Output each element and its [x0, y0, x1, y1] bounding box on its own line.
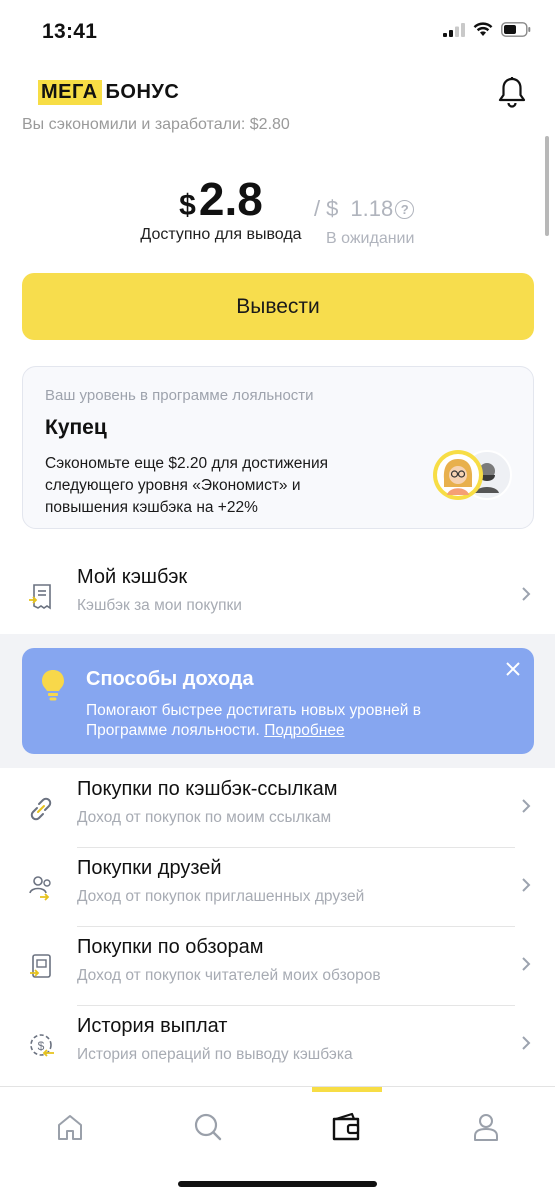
search-icon [194, 1113, 222, 1141]
lightbulb-icon [42, 670, 64, 701]
income-methods-banner[interactable]: Способы дохода Помогают быстрее достигат… [22, 648, 534, 754]
menu-title: Покупки друзей [77, 857, 222, 879]
home-indicator [178, 1181, 377, 1187]
available-value: 2.8 [198, 173, 263, 225]
available-label: Доступно для вывода [140, 226, 302, 243]
divider [77, 926, 515, 927]
loyalty-caption: Ваш уровень в программе лояльности [45, 387, 314, 404]
chevron-right-icon [522, 957, 531, 971]
pending-balance: / $ 1.18 ? В ожидании [314, 196, 414, 248]
status-icons [443, 22, 531, 37]
menu-title: Покупки по обзорам [77, 936, 264, 958]
chevron-right-icon [522, 799, 531, 813]
menu-title: Мой кэшбэк [77, 566, 188, 588]
reviews-icon [30, 954, 51, 978]
menu-item-review-purchases[interactable]: Покупки по обзорам Доход от покупок чита… [0, 928, 555, 1006]
nav-search[interactable] [188, 1107, 228, 1147]
menu-item-friends-purchases[interactable]: Покупки друзей Доход от покупок приглаше… [0, 849, 555, 927]
level-avatars [431, 447, 515, 503]
logo-bonus: БОНУС [105, 81, 180, 103]
loyalty-card[interactable]: Ваш уровень в программе лояльности Купец… [22, 366, 534, 529]
menu-subtitle: Доход от покупок читателей моих обзоров [77, 967, 381, 984]
close-icon[interactable] [506, 662, 520, 676]
menu-subtitle: Доход от покупок приглашенных друзей [77, 888, 365, 905]
profile-icon [474, 1114, 498, 1141]
more-link[interactable]: Подробнее [264, 722, 344, 739]
banner-text: Помогают быстрее достигать новых уровней… [86, 701, 486, 741]
chevron-right-icon [522, 878, 531, 892]
signal-icon [443, 22, 465, 37]
app-header: МЕГА БОНУС [0, 74, 555, 114]
chevron-right-icon [522, 587, 531, 601]
wallet-icon [332, 1112, 360, 1141]
pending-label: В ожидании [326, 230, 415, 247]
wifi-icon [473, 22, 493, 36]
chevron-right-icon [522, 1036, 531, 1050]
svg-text:$: $ [38, 1039, 45, 1053]
status-bar: 13:41 [0, 0, 555, 64]
logo: МЕГА БОНУС [38, 80, 179, 105]
available-balance: $ 2.8 Доступно для вывода [135, 172, 307, 244]
status-time: 13:41 [42, 20, 98, 43]
pending-separator: / [314, 196, 321, 221]
logo-mega: МЕГА [38, 80, 102, 105]
available-amount: $ 2.8 [135, 172, 307, 226]
payout-history-icon: $ [30, 1034, 54, 1057]
withdraw-button[interactable]: Вывести [22, 273, 534, 340]
help-icon[interactable]: ? [395, 199, 415, 219]
menu-subtitle: Кэшбэк за мои покупки [77, 597, 242, 614]
loyalty-description: Сэкономьте еще $2.20 для достижения след… [45, 455, 329, 516]
friends-icon [29, 876, 51, 901]
menu-item-my-cashback[interactable]: Мой кэшбэк Кэшбэк за мои покупки [0, 558, 555, 636]
scrollbar[interactable] [545, 136, 549, 236]
available-currency: $ [179, 189, 196, 222]
home-icon [58, 1115, 82, 1140]
menu-item-link-purchases[interactable]: Покупки по кэшбэк-ссылкам Доход от покуп… [0, 770, 555, 848]
divider [77, 847, 515, 848]
battery-icon [501, 22, 531, 37]
bell-icon [498, 77, 526, 108]
savings-summary: Вы сэкономили и заработали: $2.80 [22, 116, 290, 133]
loyalty-level: Купец [45, 416, 107, 439]
menu-title: История выплат [77, 1015, 228, 1037]
pending-currency: $ [326, 196, 339, 221]
nav-wallet[interactable] [327, 1107, 367, 1147]
banner-description: Помогают быстрее достигать новых уровней… [86, 702, 421, 739]
nav-profile[interactable] [466, 1107, 506, 1147]
banner-title: Способы дохода [86, 668, 254, 690]
menu-subtitle: История операций по выводу кэшбэка [77, 1046, 353, 1063]
active-tab-indicator [312, 1087, 382, 1092]
menu-item-payout-history[interactable]: $ История выплат История операций по выв… [0, 1007, 555, 1085]
notifications-button[interactable] [497, 76, 527, 113]
menu-title: Покупки по кэшбэк-ссылкам [77, 778, 338, 800]
pending-value: 1.18 [350, 196, 394, 221]
menu-subtitle: Доход от покупок по моим ссылкам [77, 809, 332, 826]
link-icon [30, 797, 52, 821]
receipt-icon [29, 584, 51, 610]
pending-amount: / $ 1.18 ? [314, 196, 415, 222]
nav-home[interactable] [50, 1107, 90, 1147]
divider [77, 1005, 515, 1006]
next-level-avatar-icon [433, 450, 512, 500]
